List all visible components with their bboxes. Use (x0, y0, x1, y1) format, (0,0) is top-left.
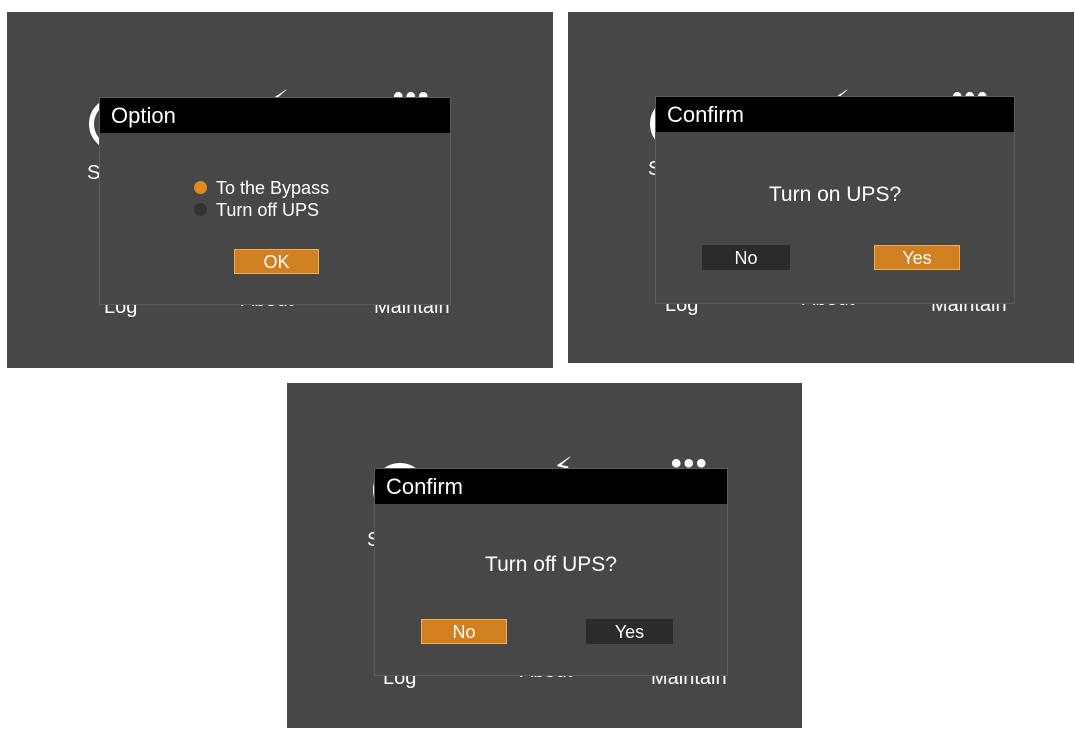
no-button[interactable]: No (702, 245, 790, 270)
yes-button[interactable]: Yes (586, 619, 673, 644)
yes-button[interactable]: Yes (874, 245, 960, 270)
confirm-question: Turn on UPS? (768, 183, 902, 206)
ups-screen-option: ⚡ ••• S Log About Maintain Option To the… (7, 12, 553, 368)
dialog-title: Option (100, 98, 450, 133)
radio-selected-icon (194, 180, 207, 194)
option-turn-off-ups[interactable]: Turn off UPS (194, 200, 319, 221)
ups-screen-confirm-on: ⚡ ••• S Log About Maintain Confirm Turn … (568, 12, 1074, 363)
ok-button[interactable]: OK (234, 249, 319, 274)
confirm-question: Turn off UPS? (485, 553, 617, 576)
option-to-bypass[interactable]: To the Bypass (194, 178, 329, 199)
option-dialog: Option To the Bypass Turn off UPS OK (99, 97, 451, 305)
dialog-title: Confirm (375, 469, 727, 504)
option-label: To the Bypass (216, 178, 330, 198)
dialog-title: Confirm (656, 97, 1014, 132)
confirm-dialog: Confirm Turn off UPS? No Yes (374, 468, 728, 676)
ups-screen-confirm-off: ⚡ ••• S Log About Maintain Confirm Turn … (287, 383, 802, 728)
radio-unselected-icon (194, 202, 207, 216)
confirm-dialog: Confirm Turn on UPS? No Yes (655, 96, 1015, 304)
option-label: Turn off UPS (216, 200, 320, 220)
no-button[interactable]: No (421, 619, 507, 644)
